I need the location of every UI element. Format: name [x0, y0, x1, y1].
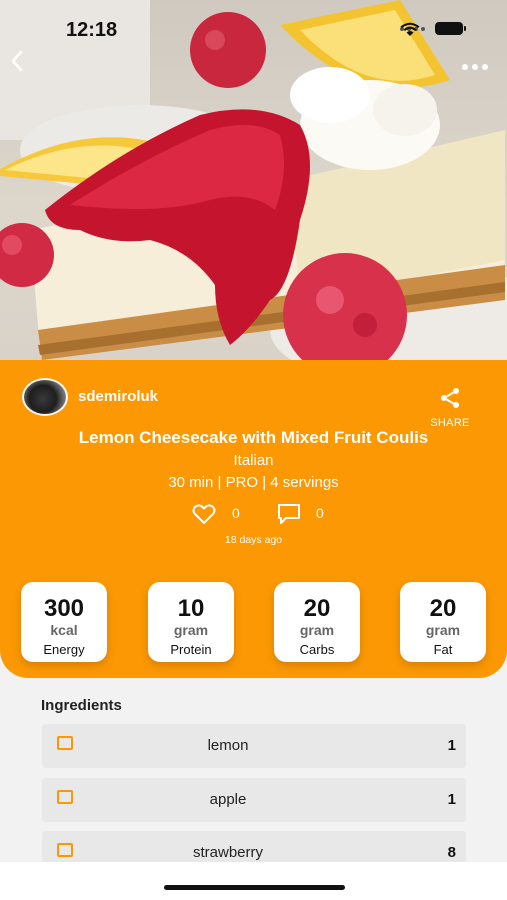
nutrition-card-carbs: 20 gram Carbs	[274, 582, 360, 662]
comment-count: 0	[316, 505, 324, 521]
recipe-cuisine: Italian	[233, 452, 274, 469]
back-button[interactable]	[10, 50, 36, 84]
battery-icon	[435, 22, 466, 35]
avatar[interactable]	[22, 378, 68, 416]
home-indicator[interactable]	[164, 885, 345, 890]
ingredient-name: apple	[209, 791, 247, 808]
ingredient-quantity: 1	[447, 737, 456, 754]
nutrition-value: 20	[303, 595, 331, 622]
nutrition-label: Carbs	[299, 642, 335, 657]
ingredient-row[interactable]: lemon 1	[42, 724, 466, 768]
nutrition-label: Energy	[43, 642, 85, 657]
share-button[interactable]: SHARE	[428, 386, 472, 429]
more-icon	[462, 64, 468, 70]
share-icon	[441, 388, 459, 408]
ingredient-quantity: 1	[447, 791, 456, 808]
nutrition-unit: gram	[299, 622, 335, 638]
status-time: 12:18	[66, 19, 118, 41]
more-options-button[interactable]	[459, 56, 491, 78]
like-count: 0	[232, 505, 240, 521]
ingredient-name: strawberry	[192, 844, 263, 861]
recipe-photo: 12:18	[0, 0, 507, 370]
nutrition-label: Protein	[170, 642, 212, 657]
nutrition-unit: gram	[425, 622, 461, 638]
nutrition-label: Fat	[433, 642, 453, 657]
status-bar: 12:18	[0, 0, 507, 62]
nutrition-value: 300	[43, 595, 85, 622]
social-actions: 0 0	[190, 502, 340, 526]
posted-time: 18 days ago	[224, 534, 283, 546]
comment-icon[interactable]	[276, 503, 302, 525]
nutrition-card-fat: 20 gram Fat	[400, 582, 486, 662]
nutrition-unit: gram	[173, 622, 209, 638]
author-username[interactable]: sdemiroluk	[78, 388, 158, 405]
nutrition-unit: kcal	[50, 622, 78, 638]
status-icons	[400, 22, 466, 36]
ingredient-row[interactable]: apple 1	[42, 778, 466, 822]
ingredients-heading: Ingredients	[41, 697, 122, 714]
back-icon	[11, 50, 23, 72]
ingredient-quantity: 8	[447, 844, 456, 861]
wifi-icon	[400, 22, 420, 36]
nutrition-card-protein: 10 gram Protein	[148, 582, 234, 662]
ingredient-name: lemon	[207, 737, 249, 754]
heart-icon[interactable]	[192, 503, 216, 525]
bottom-safe-area	[0, 862, 507, 900]
nutrition-value: 20	[429, 595, 457, 622]
recipe-title: Lemon Cheesecake with Mixed Fruit Coulis	[78, 428, 429, 447]
nutrition-value: 10	[177, 595, 205, 622]
nutrition-card-energy: 300 kcal Energy	[21, 582, 107, 662]
recipe-meta: 30 min | PRO | 4 servings	[168, 474, 339, 491]
